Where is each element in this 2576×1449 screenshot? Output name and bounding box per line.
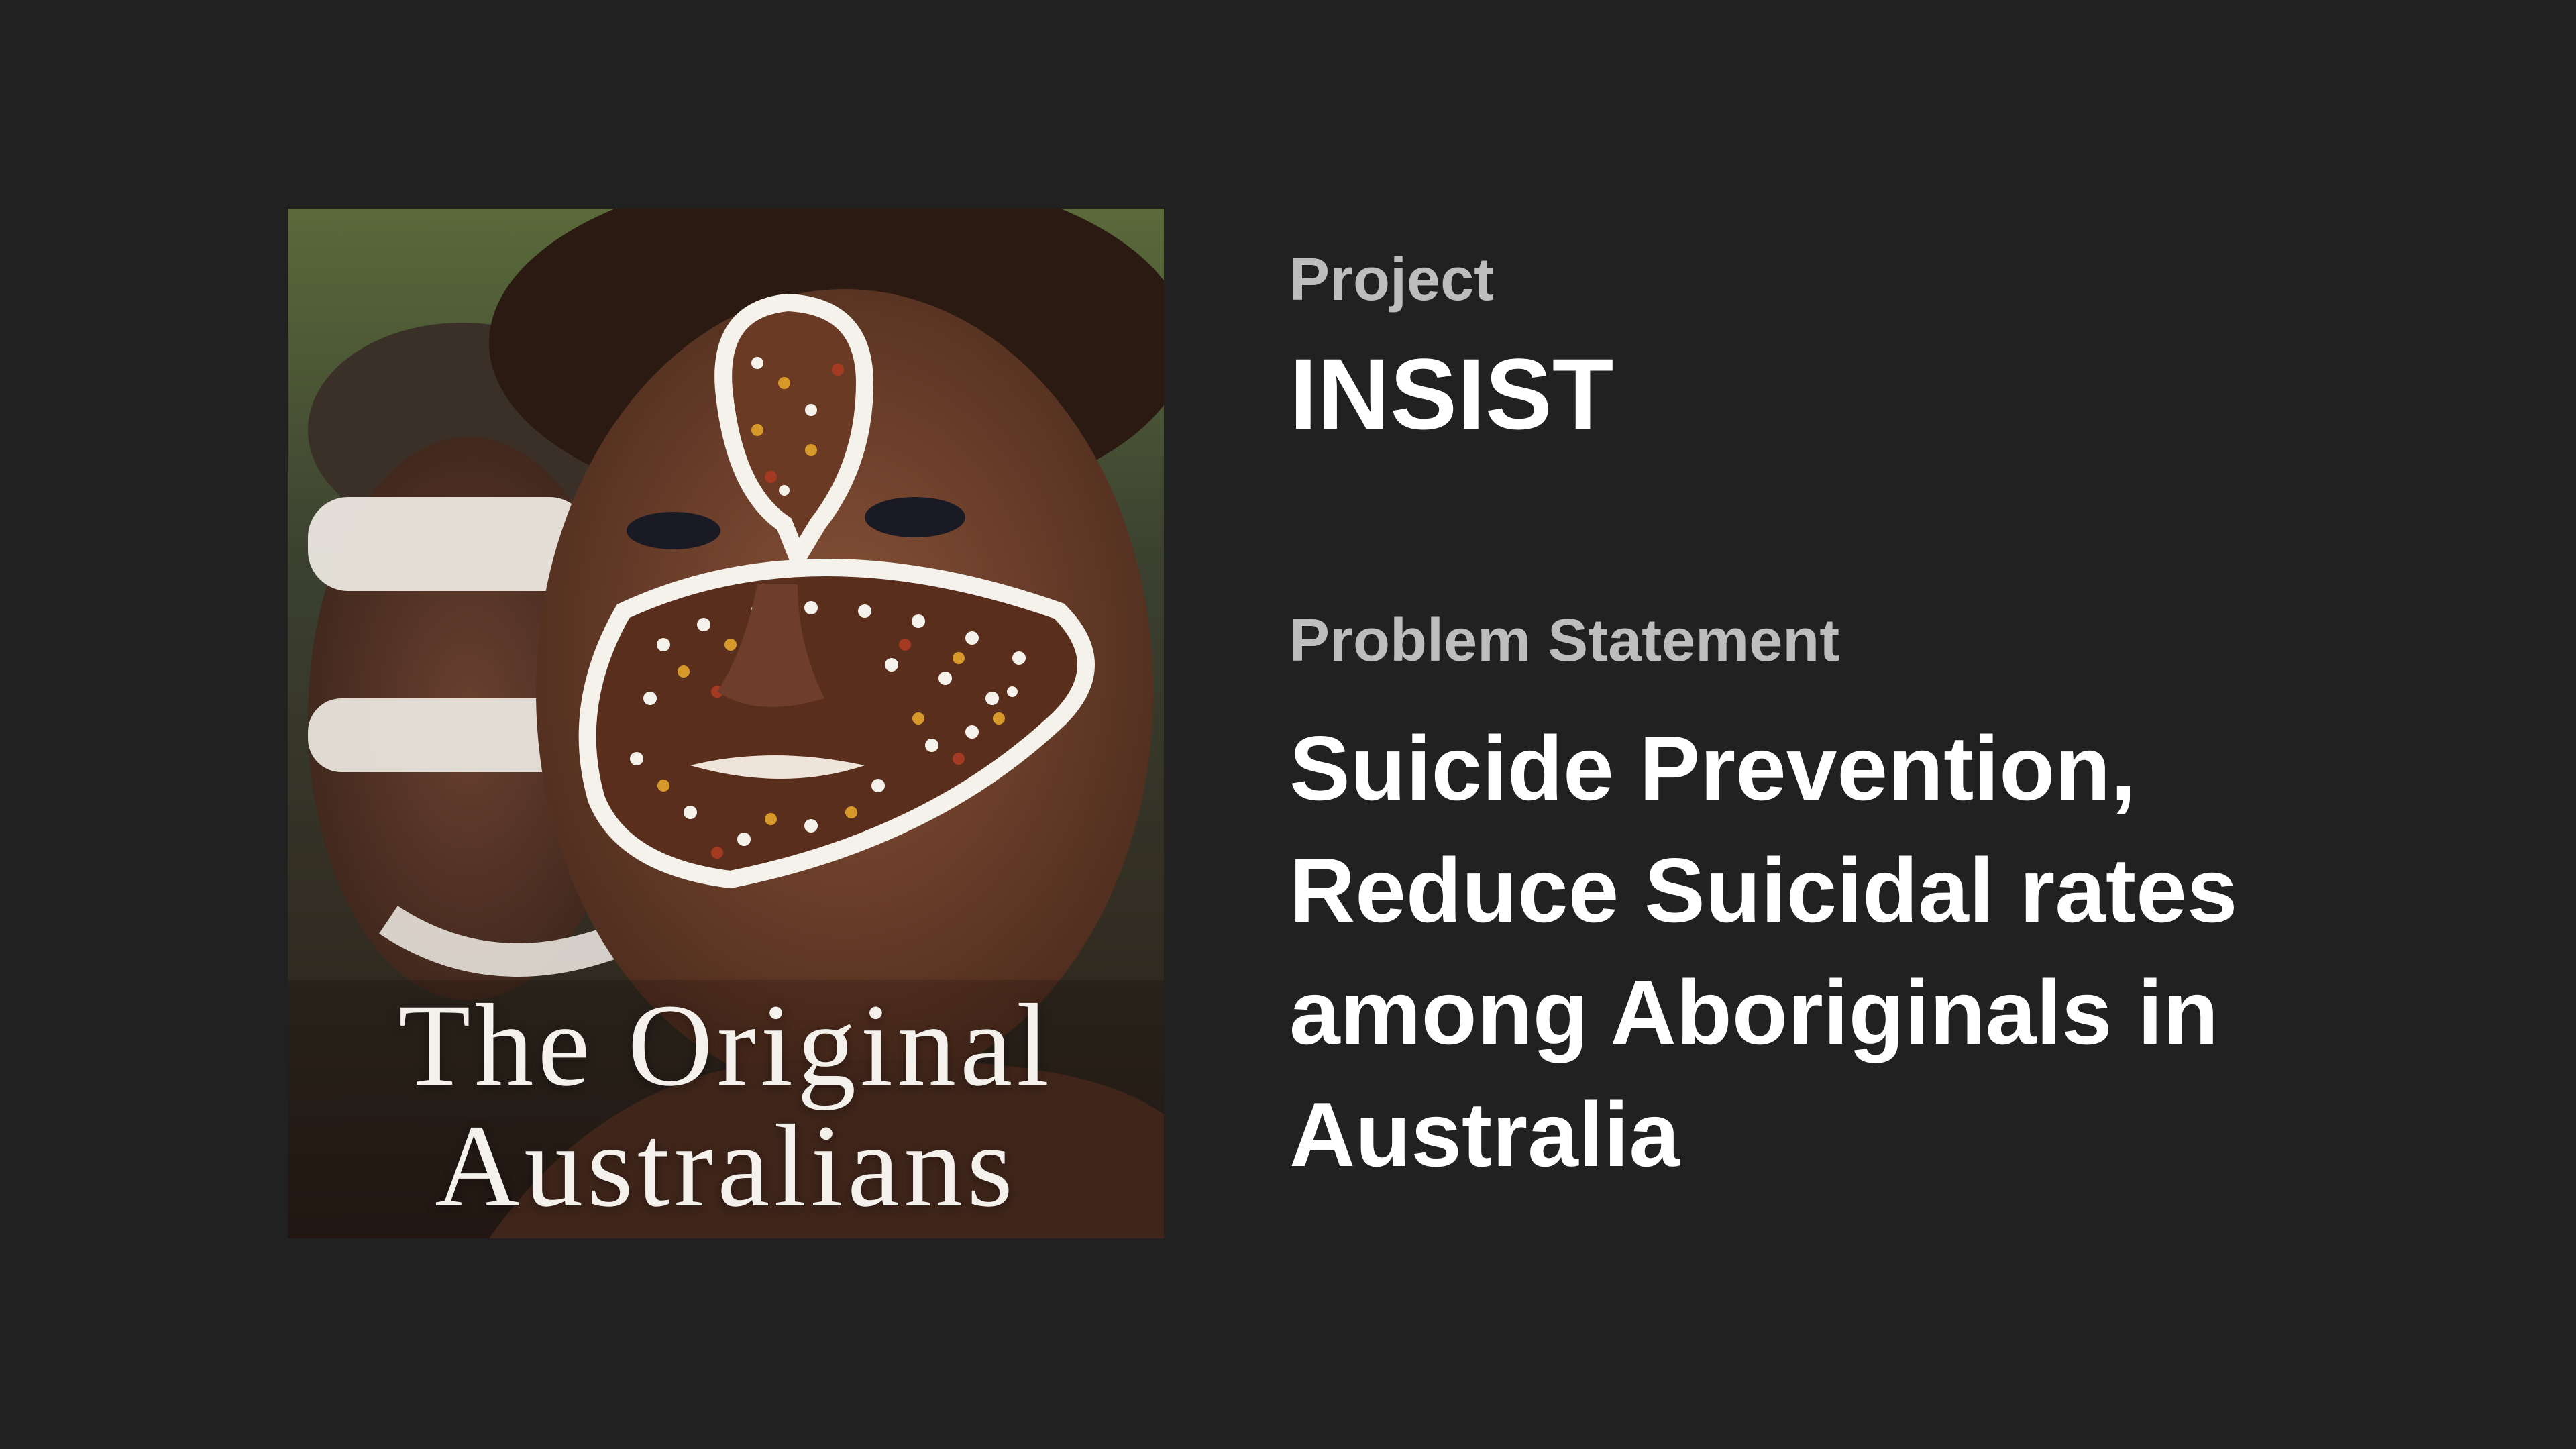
project-name: INSIST	[1289, 337, 1614, 450]
problem-statement-line: among Aboriginals in	[1289, 961, 2219, 1063]
problem-statement-line: Australia	[1289, 1083, 1680, 1185]
project-label: Project	[1289, 246, 1495, 313]
problem-statement-text: Suicide Prevention, Reduce Suicidal rate…	[1289, 707, 2483, 1195]
problem-statement-line: Suicide Prevention,	[1289, 717, 2137, 819]
cover-title-line1: The Original	[398, 980, 1054, 1111]
book-cover-image: The Original Australians	[288, 209, 1164, 1238]
cover-title-line2: Australians	[435, 1101, 1017, 1232]
problem-statement-label: Problem Statement	[1289, 607, 1840, 674]
problem-statement-line: Reduce Suicidal rates	[1289, 839, 2238, 941]
